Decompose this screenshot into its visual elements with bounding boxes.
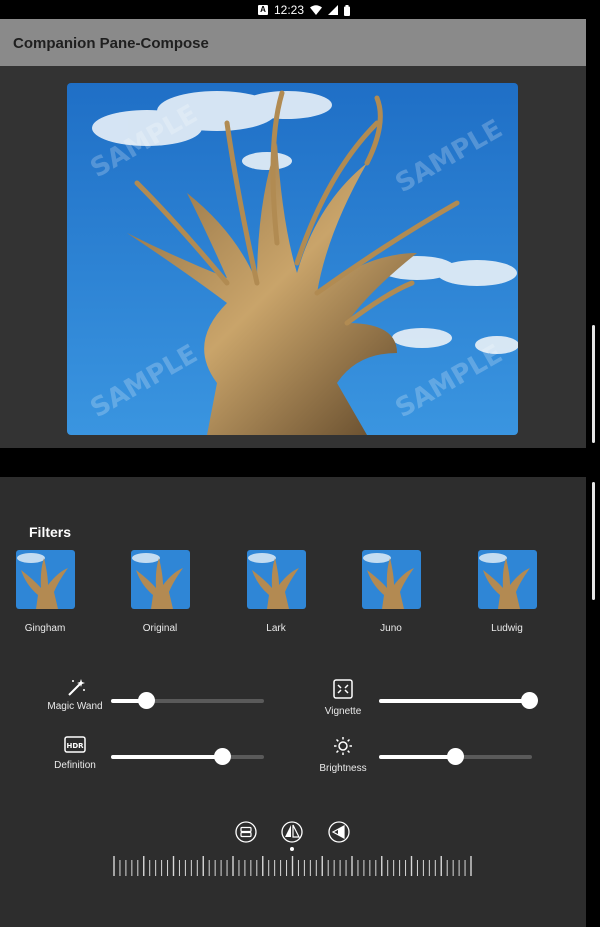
definition-slider[interactable] — [111, 748, 264, 765]
brightness-slider[interactable] — [379, 748, 532, 765]
filter-thumbnail — [130, 550, 190, 609]
clock: 12:23 — [274, 3, 305, 17]
app-notification-icon: A — [258, 5, 268, 15]
filter-thumbnail — [361, 550, 421, 609]
right-edge — [586, 19, 600, 927]
control-label: Magic Wand — [47, 701, 103, 712]
filter-lark[interactable]: Lark — [236, 550, 316, 634]
filter-gingham[interactable]: Gingham — [5, 550, 85, 634]
scrollbar-thumb[interactable] — [592, 482, 595, 600]
slider-fill — [111, 755, 222, 759]
slider-knob[interactable] — [214, 748, 231, 765]
hdr-icon-text: HDR — [66, 742, 84, 750]
status-bar: A 12:23 — [0, 0, 600, 19]
slider-knob[interactable] — [138, 692, 155, 709]
vignette-slider[interactable] — [379, 692, 538, 709]
wifi-icon — [310, 5, 323, 15]
filter-label: Gingham — [24, 623, 66, 634]
selected-mode-indicator — [290, 847, 294, 851]
tree-photo-image: SAMPLE SAMPLE SAMPLE SAMPLE — [67, 83, 518, 435]
layout-mode-icon[interactable] — [235, 821, 257, 843]
battery-icon — [344, 4, 351, 16]
control-label: Brightness — [319, 763, 367, 774]
filter-thumbnail — [477, 550, 537, 609]
scrollbar-thumb[interactable] — [592, 325, 595, 443]
slider-fill — [379, 755, 455, 759]
filter-thumbnail — [246, 550, 306, 609]
filters-title: Filters — [29, 524, 72, 540]
filter-label: Ludwig — [491, 623, 523, 634]
filter-thumbnail — [15, 550, 75, 609]
filter-juno[interactable]: Juno — [351, 550, 431, 634]
signal-icon — [328, 5, 339, 15]
filter-label: Original — [142, 623, 178, 634]
vignette-icon — [333, 679, 353, 699]
control-label: Vignette — [324, 706, 362, 717]
adjustment-ruler[interactable] — [113, 856, 473, 876]
slider-knob[interactable] — [447, 748, 464, 765]
hero-photo[interactable]: SAMPLE SAMPLE SAMPLE SAMPLE — [67, 83, 518, 435]
hdr-icon: HDR — [64, 736, 86, 753]
sailboat-mode-icon[interactable] — [281, 821, 303, 843]
hinge-divider — [0, 448, 600, 477]
companion-pane: Filters Gingham Original Lark Juno Ludwi… — [0, 477, 586, 927]
slider-knob[interactable] — [521, 692, 538, 709]
app-bar: Companion Pane-Compose — [0, 19, 586, 66]
filter-original[interactable]: Original — [120, 550, 200, 634]
filter-label: Lark — [266, 623, 286, 634]
magic-wand-slider[interactable] — [111, 692, 264, 709]
contrast-mode-icon[interactable] — [328, 821, 350, 843]
control-label: Definition — [54, 760, 96, 771]
brightness-icon — [334, 737, 352, 755]
filter-ludwig[interactable]: Ludwig — [467, 550, 547, 634]
magic-wand-icon — [68, 679, 85, 696]
app-title: Companion Pane-Compose — [13, 35, 209, 52]
primary-pane: Companion Pane-Compose SAMPLE SAMPLE SAM… — [0, 19, 586, 448]
slider-fill — [379, 699, 529, 703]
filter-label: Juno — [380, 623, 402, 634]
